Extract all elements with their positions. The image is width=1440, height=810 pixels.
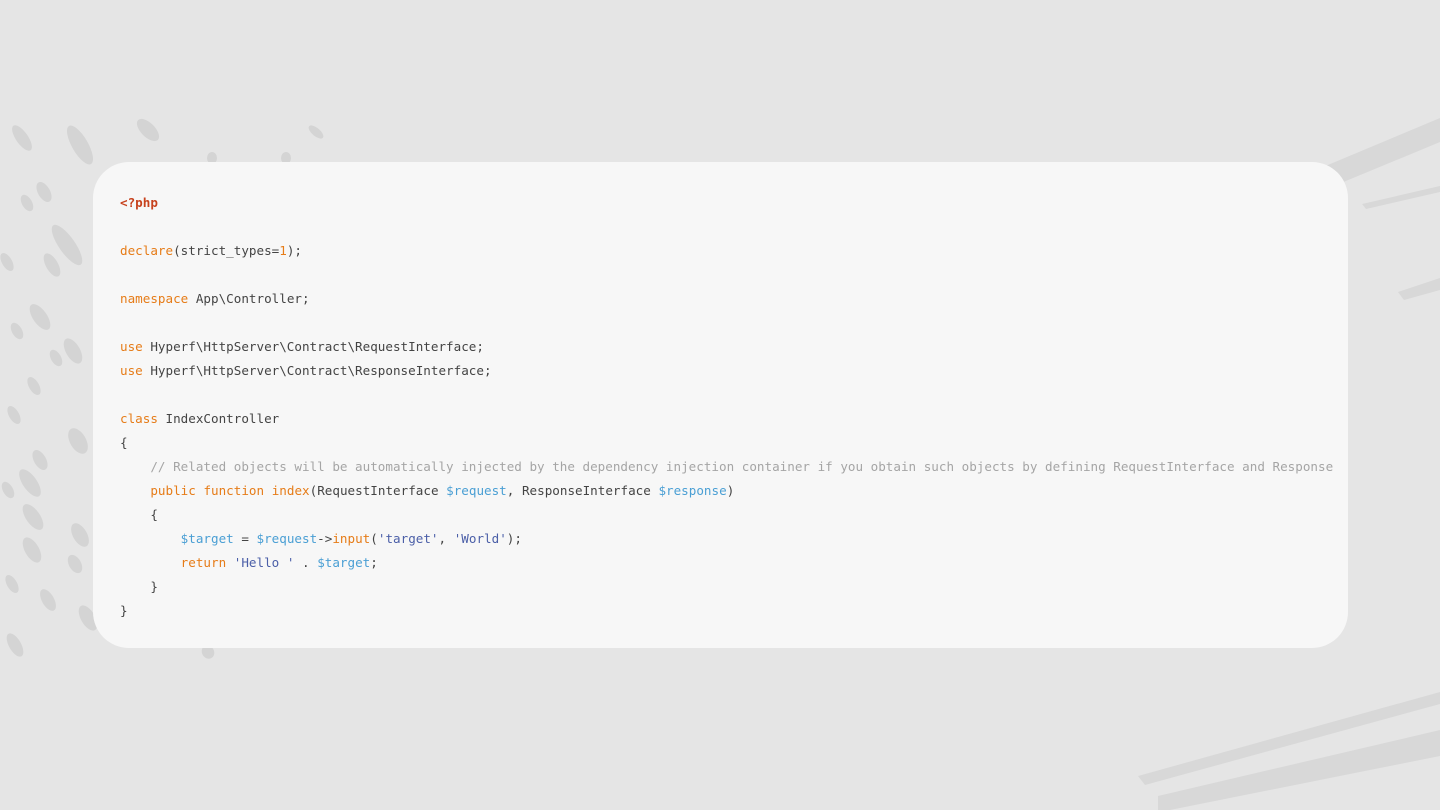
- target-var: $target: [180, 531, 234, 546]
- call-close: );: [506, 531, 522, 546]
- code-line-method-signature: public function index(RequestInterface $…: [120, 479, 1334, 503]
- param-type-request: (RequestInterface: [309, 483, 447, 498]
- namespace-keyword: namespace: [120, 291, 189, 306]
- declare-keyword: declare: [120, 243, 174, 258]
- code-line-php-open: <?php: [120, 191, 1334, 215]
- target-var: $target: [317, 555, 371, 570]
- code-line-comment: // Related objects will be automatically…: [120, 455, 1334, 479]
- statement-end: ;: [370, 555, 378, 570]
- code-line-use-response: use Hyperf\HttpServer\Contract\ResponseI…: [120, 359, 1334, 383]
- use-keyword: use: [120, 339, 143, 354]
- input-call: input: [332, 531, 371, 546]
- code-line-class-open-brace: {: [120, 431, 1334, 455]
- concat-operator: .: [294, 555, 318, 570]
- paren-open: (: [370, 531, 378, 546]
- use-keyword: use: [120, 363, 143, 378]
- code-comment: // Related objects will be automatically…: [150, 459, 1334, 474]
- arg-comma: ,: [438, 531, 454, 546]
- param-request-var: $request: [446, 483, 507, 498]
- arrow-operator: ->: [317, 531, 333, 546]
- code-line-return: return 'Hello ' . $target;: [120, 551, 1334, 575]
- code-line-namespace: namespace App\Controller;: [120, 287, 1334, 311]
- class-name: IndexController: [157, 411, 280, 426]
- use-request-interface: Hyperf\HttpServer\Contract\RequestInterf…: [142, 339, 484, 354]
- param-type-response: , ResponseInterface: [506, 483, 659, 498]
- request-var: $request: [256, 531, 318, 546]
- method-name: index: [271, 483, 310, 498]
- target-string: 'target': [377, 531, 439, 546]
- code-snippet-card: <?php declare(strict_types=1); namespace…: [93, 162, 1348, 648]
- world-string: 'World': [453, 531, 507, 546]
- function-keyword: function: [203, 483, 265, 498]
- code-line-class-close-brace: }: [120, 599, 1334, 623]
- declare-close: );: [286, 243, 302, 258]
- declare-value: 1: [279, 243, 287, 258]
- use-response-interface: Hyperf\HttpServer\Contract\ResponseInter…: [142, 363, 492, 378]
- code-line-use-request: use Hyperf\HttpServer\Contract\RequestIn…: [120, 335, 1334, 359]
- code-line-method-close-brace: }: [120, 575, 1334, 599]
- param-close: ): [726, 483, 735, 498]
- public-keyword: public: [150, 483, 196, 498]
- code-line-declare: declare(strict_types=1);: [120, 239, 1334, 263]
- declare-args: (strict_types=: [173, 243, 280, 258]
- namespace-name: App\Controller;: [188, 291, 310, 306]
- open-brace: {: [150, 507, 158, 522]
- close-brace: }: [120, 603, 128, 618]
- assign-operator: =: [233, 531, 257, 546]
- return-keyword: return: [180, 555, 227, 570]
- code-line-assign-target: $target = $request->input('target', 'Wor…: [120, 527, 1334, 551]
- open-brace: {: [120, 435, 128, 450]
- code-line-class: class IndexController: [120, 407, 1334, 431]
- close-brace: }: [150, 579, 158, 594]
- hello-string: 'Hello ': [233, 555, 295, 570]
- php-code-block: <?php declare(strict_types=1); namespace…: [120, 191, 1334, 623]
- class-keyword: class: [120, 411, 158, 426]
- param-response-var: $response: [658, 483, 727, 498]
- code-line-method-open-brace: {: [120, 503, 1334, 527]
- php-open-tag: <?php: [120, 195, 158, 210]
